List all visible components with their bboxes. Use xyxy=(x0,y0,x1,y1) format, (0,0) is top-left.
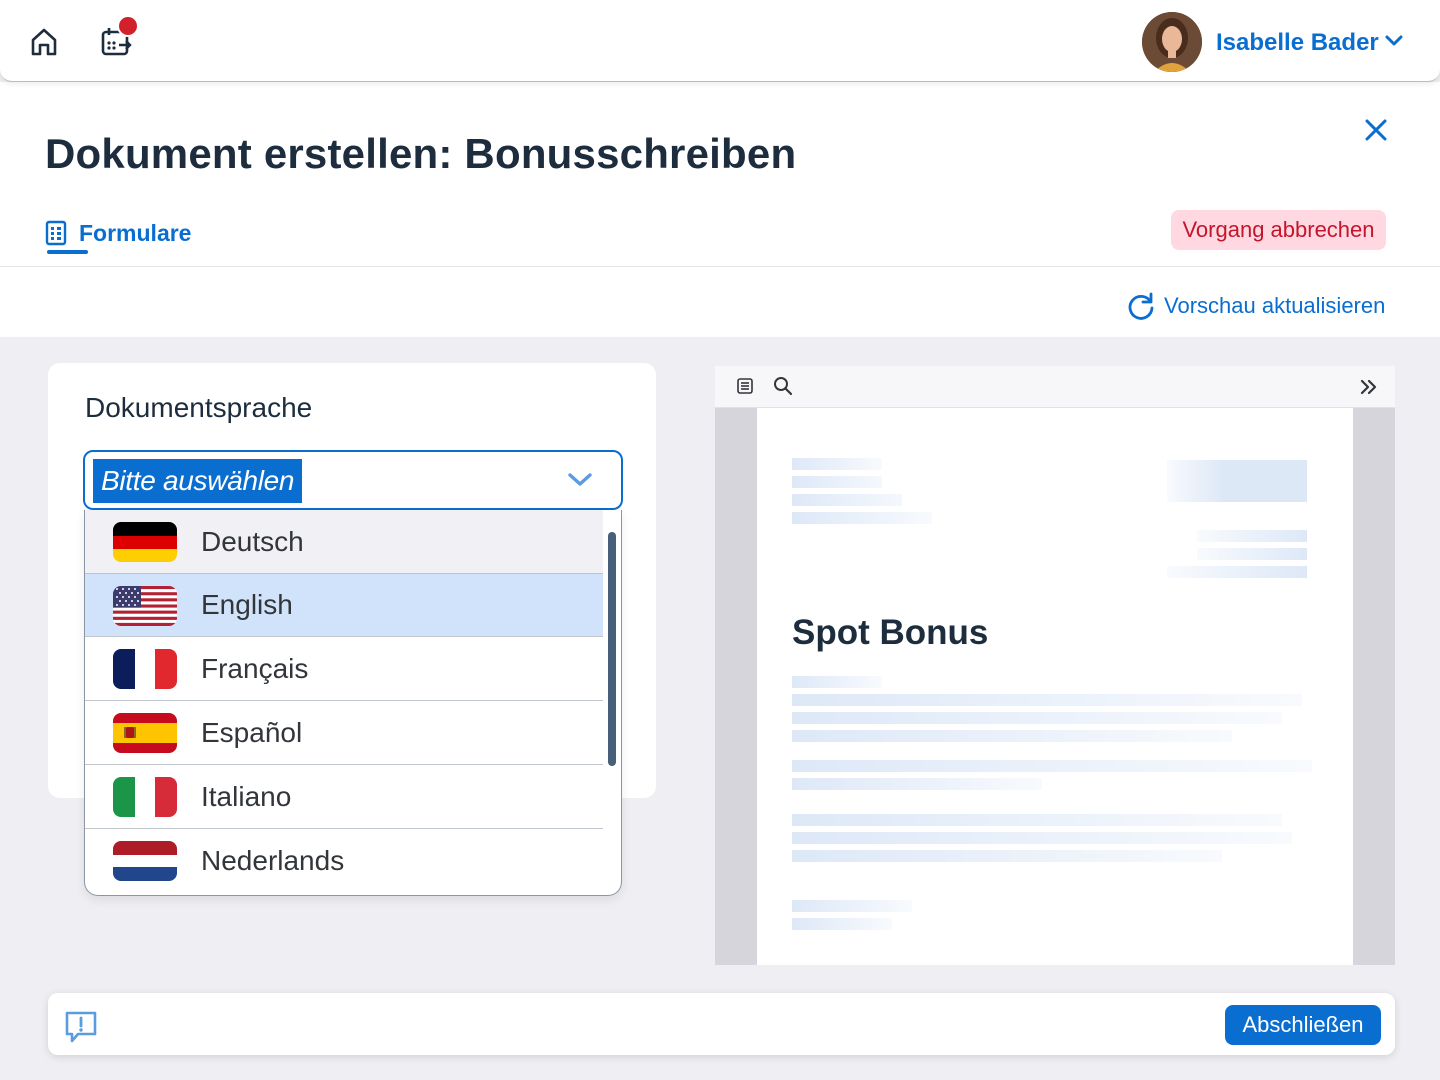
placeholder-line xyxy=(792,778,1042,790)
home-icon xyxy=(31,28,57,56)
placeholder-line xyxy=(792,458,882,470)
nl-flag-icon xyxy=(113,841,177,881)
option-label: Nederlands xyxy=(201,845,345,876)
refresh-preview-button[interactable]: Vorschau aktualisieren xyxy=(1126,291,1385,321)
placeholder-line xyxy=(792,760,1312,772)
refresh-label: Vorschau aktualisieren xyxy=(1164,293,1386,318)
placeholder-line xyxy=(792,676,882,688)
preview-page: Spot Bonus xyxy=(757,408,1353,965)
preview-toolbar xyxy=(715,366,1395,408)
placeholder-line xyxy=(792,476,882,488)
language-label: Dokumentsprache xyxy=(85,392,313,423)
search-icon[interactable] xyxy=(773,376,793,396)
user-name[interactable]: Isabelle Bader xyxy=(1216,29,1379,57)
feedback-icon[interactable] xyxy=(64,1009,98,1045)
option-label: English xyxy=(201,589,293,620)
double-chevron-right-icon[interactable] xyxy=(1359,378,1379,396)
chevron-down-icon[interactable] xyxy=(1384,34,1404,48)
home-button[interactable] xyxy=(22,20,66,64)
placeholder-logo xyxy=(1167,460,1307,502)
list-item-english[interactable]: English xyxy=(85,573,603,637)
scrollbar-thumb[interactable] xyxy=(608,532,616,766)
notification-badge xyxy=(117,15,139,37)
page-title: Dokument erstellen: Bonusschreiben xyxy=(45,130,797,177)
placeholder-line xyxy=(792,918,892,930)
divider xyxy=(0,266,1440,267)
option-label: Deutsch xyxy=(201,525,304,557)
language-dropdown: Deutsch English Français Español Italian… xyxy=(84,510,622,896)
placeholder-line xyxy=(792,850,1222,862)
list-item-deutsch[interactable]: Deutsch xyxy=(85,510,603,574)
it-flag-icon xyxy=(113,777,177,817)
placeholder-line xyxy=(1167,566,1307,578)
language-select[interactable]: Bitte auswählen xyxy=(83,450,623,510)
refresh-icon xyxy=(1128,292,1154,320)
de-flag-icon xyxy=(113,522,177,562)
page-header: Dokument erstellen: Bonusschreiben Formu… xyxy=(0,82,1440,337)
es-flag-icon xyxy=(113,713,177,753)
user-photo-icon xyxy=(1142,12,1202,72)
chevron-down-icon[interactable] xyxy=(566,471,594,489)
tab-active-indicator xyxy=(47,250,88,254)
preview-heading: Spot Bonus xyxy=(792,613,989,652)
form-icon xyxy=(45,220,67,246)
close-icon[interactable] xyxy=(1362,116,1390,144)
us-flag-icon xyxy=(113,586,177,626)
option-label: Español xyxy=(201,716,303,748)
footer-bar: Abschließen xyxy=(48,993,1395,1055)
finish-button[interactable]: Abschließen xyxy=(1225,1005,1381,1045)
placeholder-line xyxy=(1197,530,1307,542)
shell-bar: Isabelle Bader xyxy=(0,0,1440,82)
document-preview: Spot Bonus xyxy=(715,366,1395,965)
select-value[interactable]: Bitte auswählen xyxy=(93,459,303,503)
placeholder-line xyxy=(792,730,1232,742)
list-item-nederlands[interactable]: Nederlands xyxy=(85,829,603,893)
list-item-espanol[interactable]: Español xyxy=(85,701,603,765)
document-outline-icon[interactable] xyxy=(736,377,754,395)
placeholder-line xyxy=(792,712,1282,724)
placeholder-line xyxy=(792,494,902,506)
placeholder-line xyxy=(792,832,1292,844)
placeholder-line xyxy=(792,814,1282,826)
avatar[interactable] xyxy=(1142,12,1202,72)
tab-formulare[interactable]: Formulare xyxy=(45,212,191,254)
list-item-francais[interactable]: Français xyxy=(85,637,603,701)
fr-flag-icon xyxy=(113,649,177,689)
placeholder-line xyxy=(792,900,912,912)
placeholder-line xyxy=(792,694,1302,706)
cancel-process-button[interactable]: Vorgang abbrechen xyxy=(1171,210,1386,250)
placeholder-line xyxy=(1197,548,1307,560)
placeholder-line xyxy=(792,512,932,524)
list-item-italiano[interactable]: Italiano xyxy=(85,765,603,829)
option-label: Français xyxy=(201,652,309,684)
option-label: Italiano xyxy=(201,780,292,812)
tab-label: Formulare xyxy=(79,219,192,246)
